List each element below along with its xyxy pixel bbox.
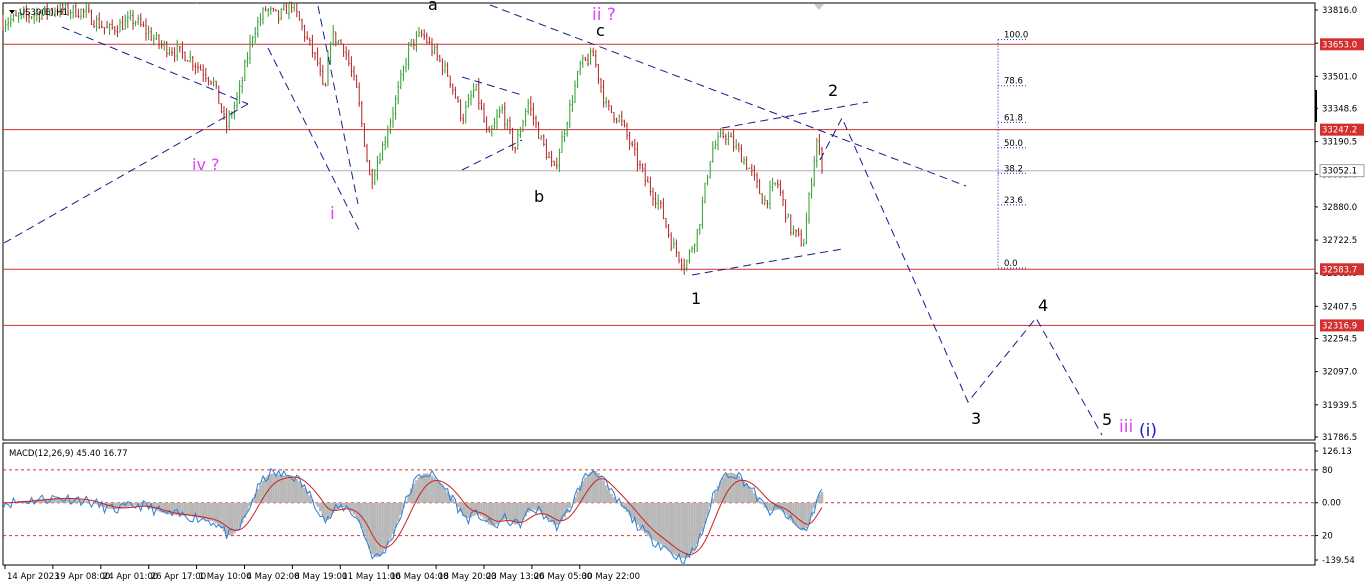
wave-label: 2 [828,81,838,100]
time-axis-label: 1 May 10:00 [199,572,252,582]
price-axis-label: 32254.5 [1322,335,1357,345]
price-axis-label: 33501.0 [1322,72,1357,82]
time-axis: 14 Apr 202319 Apr 08:0024 Apr 01:0026 Ap… [4,565,640,582]
price-axis-label: 33348.6 [1322,104,1357,114]
time-axis-label: 8 May 19:00 [294,572,347,582]
main-pane-frame [2,2,1316,441]
macd-axis-label: 20 [1322,532,1333,542]
wave-label: 3 [971,409,981,428]
fibonacci-level-label: 0.0 [1004,259,1018,269]
wave-label: i [330,204,335,224]
macd-axis-label: 80 [1322,466,1333,476]
price-axis-label: 32097.0 [1322,368,1357,378]
price-axis-label: 31786.5 [1322,433,1357,443]
time-axis-label: 14 Apr 2023 [7,572,60,582]
price-axis-label: 31939.5 [1322,401,1357,411]
symbol-label: US30(E),H1 [19,8,68,18]
price-axis-label: 32722.5 [1322,236,1357,246]
time-axis-label: 4 May 02:00 [247,572,300,582]
macd-axis-label: -139.54 [1322,556,1355,566]
price-axis-label: 33190.5 [1322,138,1357,148]
chart-canvas[interactable]: 100.078.661.850.038.223.60.0 iv ?iaii ?c… [0,0,1366,588]
macd-label: MACD(12,26,9) 45.40 16.77 [9,449,128,459]
wave-label: iv ? [192,155,220,174]
price-axis: 33816.033658.633501.033348.633190.533035… [1315,6,1365,443]
current-price-tag-label: 33052.1 [1322,167,1357,177]
wave-label: 5 [1102,410,1112,429]
macd-axis-label: 126.13 [1322,447,1352,457]
price-axis-label: 32880.0 [1322,203,1357,213]
price-axis-label: 33816.0 [1322,6,1357,16]
wave-label: b [534,187,544,206]
level-price-tag-label: 33247.2 [1322,126,1357,136]
wave-label: 1 [691,289,701,308]
wave-label: iii [1119,417,1133,437]
fibonacci-level-label: 100.0 [1004,31,1028,41]
fibonacci-level-label: 23.6 [1004,196,1023,206]
fibonacci-level-label: 61.8 [1004,113,1023,123]
fibonacci-level-label: 78.6 [1004,77,1023,87]
level-price-tag-label: 32316.9 [1322,321,1357,331]
wave-label: c [596,21,605,40]
macd-axis-label: 0.00 [1322,499,1341,509]
level-price-tag-label: 32583.7 [1322,265,1357,275]
time-axis-label: 30 May 22:00 [582,572,640,582]
fibonacci-level-label: 38.2 [1004,164,1023,174]
price-axis-label: 32407.5 [1322,302,1357,312]
wave-label: a [428,0,438,14]
level-price-tag-label: 33653.0 [1322,40,1357,50]
wave-label: 4 [1038,296,1048,315]
fibonacci-level-label: 50.0 [1004,139,1023,149]
macd-axis: 126.13 80 0.00 20 -139.54 [1315,447,1355,566]
wave-label: (i) [1139,421,1157,441]
